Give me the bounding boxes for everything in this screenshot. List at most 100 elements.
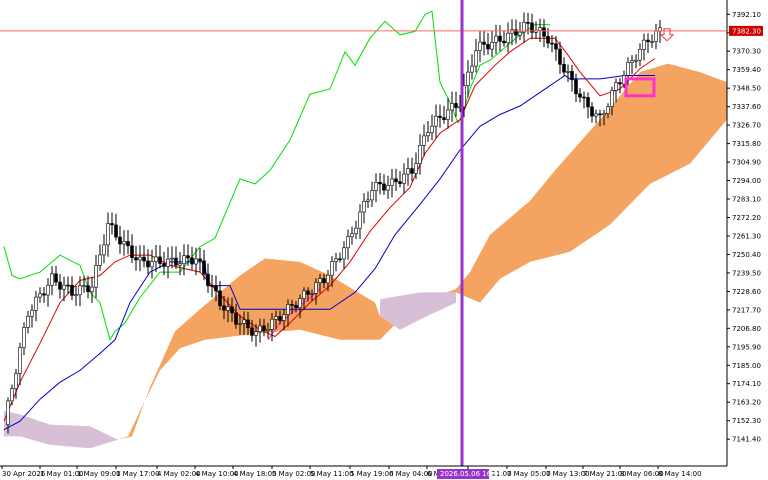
candle-body bbox=[566, 71, 570, 73]
candle-body bbox=[58, 281, 62, 290]
candle-body bbox=[434, 115, 438, 127]
candle-body bbox=[38, 293, 42, 298]
candle-body bbox=[130, 245, 134, 258]
candle-body bbox=[62, 284, 66, 290]
price-tick-label: 7392.10 bbox=[732, 11, 761, 19]
candle-body bbox=[342, 247, 346, 260]
price-tick-label: 7239.50 bbox=[732, 269, 761, 277]
candle-body bbox=[10, 388, 14, 402]
price-tick-label: 7163.20 bbox=[732, 399, 761, 407]
candle-body bbox=[42, 293, 46, 296]
candle-body bbox=[118, 236, 122, 245]
candle-body bbox=[82, 285, 86, 287]
candle-body bbox=[438, 115, 442, 118]
candle-body bbox=[206, 273, 210, 286]
price-tick-label: 7304.90 bbox=[732, 159, 761, 167]
candle-body bbox=[266, 329, 270, 331]
candle-body bbox=[182, 255, 186, 264]
candle-body bbox=[262, 325, 266, 331]
candle-body bbox=[338, 258, 342, 261]
candle-body bbox=[78, 285, 82, 296]
candle-body bbox=[502, 40, 506, 44]
kumo-cloud bbox=[4, 63, 727, 449]
candle-body bbox=[178, 263, 182, 266]
candle-body bbox=[162, 263, 166, 267]
candle-body bbox=[446, 109, 450, 120]
price-tick-label: 7174.10 bbox=[732, 380, 761, 388]
candle-body bbox=[598, 113, 602, 116]
price-tick-label: 7185.00 bbox=[732, 362, 761, 370]
candle-body bbox=[642, 39, 646, 50]
candle-body bbox=[154, 256, 158, 262]
candle-body bbox=[358, 211, 362, 229]
candle-body bbox=[250, 327, 254, 336]
candle-body bbox=[554, 43, 558, 50]
candle-body bbox=[258, 325, 262, 332]
candle-body bbox=[122, 241, 126, 245]
candle-body bbox=[482, 41, 486, 45]
candle-body bbox=[34, 296, 38, 311]
candle-body bbox=[578, 93, 582, 98]
candle-body bbox=[390, 178, 394, 186]
candle-body bbox=[510, 29, 514, 34]
candle-body bbox=[546, 35, 550, 44]
candle-body bbox=[366, 199, 370, 202]
candle-body bbox=[326, 274, 330, 284]
candle-body bbox=[602, 113, 606, 116]
candle-body bbox=[238, 323, 242, 325]
candle-body bbox=[282, 314, 286, 321]
candle-body bbox=[426, 132, 430, 137]
candle-body bbox=[654, 30, 658, 42]
candle-body bbox=[22, 326, 26, 348]
candle-body bbox=[570, 71, 574, 81]
price-tick-label: 7359.40 bbox=[732, 66, 761, 74]
candle-body bbox=[202, 260, 206, 275]
candle-body bbox=[538, 27, 542, 31]
candle-body bbox=[54, 273, 58, 283]
candle-body bbox=[398, 181, 402, 184]
candle-body bbox=[418, 145, 422, 164]
candle-body bbox=[430, 125, 434, 133]
candle-body bbox=[650, 41, 654, 43]
candle-body bbox=[330, 261, 334, 276]
price-tick-label: 7326.70 bbox=[732, 122, 761, 130]
time-tick-label: 1 May 09:00 bbox=[77, 470, 121, 478]
candle-body bbox=[174, 257, 178, 266]
candle-body bbox=[290, 304, 294, 306]
candle-body bbox=[270, 318, 274, 330]
candle-body bbox=[646, 39, 650, 43]
candle-body bbox=[254, 331, 258, 336]
price-tick-label: 7141.40 bbox=[732, 436, 761, 444]
candle-body bbox=[242, 319, 246, 324]
candle-body bbox=[558, 48, 562, 65]
time-tick-label: 7 May 05:00 bbox=[507, 470, 551, 478]
candle-body bbox=[410, 168, 414, 174]
price-tick-label: 7250.40 bbox=[732, 251, 761, 259]
candle-body bbox=[454, 103, 458, 108]
price-tick-label: 7195.90 bbox=[732, 343, 761, 351]
candle-body bbox=[90, 286, 94, 292]
candle-body bbox=[378, 182, 382, 185]
current-price-label: 7382.30 bbox=[732, 27, 761, 35]
candle-body bbox=[214, 285, 218, 292]
candle-body bbox=[218, 290, 222, 307]
candle-body bbox=[614, 82, 618, 91]
candle-body bbox=[30, 309, 34, 317]
candle-body bbox=[198, 258, 202, 262]
candle-body bbox=[386, 185, 390, 191]
candle-body bbox=[542, 27, 546, 37]
time-tick-label: 5 May 11:00 bbox=[310, 470, 354, 478]
candle-body bbox=[586, 97, 590, 108]
candle-body bbox=[470, 65, 474, 73]
time-tick-label: 4 May 18:00 bbox=[233, 470, 277, 478]
candle-body bbox=[414, 163, 418, 174]
price-tick-label: 7337.60 bbox=[732, 103, 761, 111]
candle-body bbox=[590, 106, 594, 117]
candle-body bbox=[494, 35, 498, 43]
candle-body bbox=[490, 41, 494, 50]
candle-body bbox=[474, 50, 478, 67]
candle-body bbox=[382, 183, 386, 191]
candle-body bbox=[142, 256, 146, 262]
price-tick-label: 7283.10 bbox=[732, 196, 761, 204]
candle-body bbox=[150, 261, 154, 268]
